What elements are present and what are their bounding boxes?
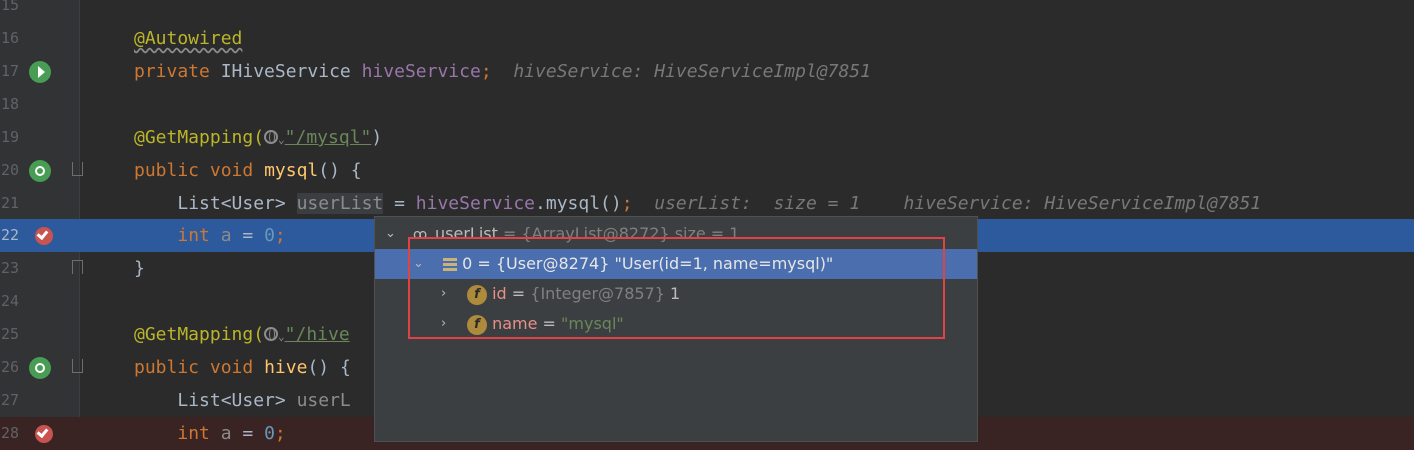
code-line-20[interactable]: 20 public void mysql() { bbox=[0, 154, 1414, 187]
semicolon: ; bbox=[274, 225, 286, 246]
code-line-15[interactable]: 15 bbox=[0, 0, 1414, 22]
endpoint-globe-icon[interactable] bbox=[29, 160, 51, 182]
chevron-down-icon[interactable]: ⌄ bbox=[385, 219, 396, 249]
variable: a bbox=[220, 225, 232, 246]
fold-marker-icon[interactable] bbox=[72, 162, 83, 176]
variable: a bbox=[220, 423, 232, 444]
semicolon: ; bbox=[621, 193, 633, 214]
fold-marker-icon[interactable] bbox=[72, 359, 83, 373]
keyword: public bbox=[134, 357, 200, 378]
line-number: 19 bbox=[0, 128, 19, 146]
number-literal: 0 bbox=[264, 225, 275, 246]
field-name: hiveService bbox=[361, 61, 481, 82]
type-name: List<User> bbox=[177, 390, 286, 411]
annotation-autowired: @Autowired bbox=[134, 28, 243, 49]
code-line-18[interactable]: 18 bbox=[0, 88, 1414, 121]
navigate-to-implementation-icon[interactable] bbox=[29, 61, 51, 83]
web-globe-icon[interactable] bbox=[264, 130, 279, 144]
paren: ) bbox=[371, 127, 383, 148]
mapping-path[interactable]: "/hive bbox=[285, 324, 350, 345]
line-number: 16 bbox=[0, 29, 19, 47]
semicolon: ; bbox=[274, 423, 286, 444]
keyword: void bbox=[209, 160, 254, 181]
line-number: 23 bbox=[0, 259, 19, 277]
keyword: int bbox=[177, 423, 210, 444]
line-number: 20 bbox=[0, 161, 19, 179]
keyword: private bbox=[134, 61, 210, 82]
inline-debug-value: userList: size = 1 bbox=[654, 193, 861, 214]
keyword: int bbox=[177, 225, 210, 246]
line-number: 17 bbox=[0, 62, 19, 80]
method-name: hive bbox=[264, 357, 308, 378]
fold-marker-icon[interactable] bbox=[72, 260, 83, 274]
operator: = bbox=[231, 423, 265, 444]
chevron-down-icon[interactable]: ⌄ bbox=[278, 133, 285, 146]
web-globe-icon[interactable] bbox=[264, 327, 279, 341]
method-name: mysql bbox=[264, 160, 319, 181]
type-name: List<User> bbox=[177, 193, 286, 214]
variable-userlist: userL bbox=[296, 390, 351, 411]
annotation-getmapping: @GetMapping( bbox=[134, 324, 265, 345]
keyword: void bbox=[209, 357, 254, 378]
inline-debug-value: hiveService: HiveServiceImpl@7851 bbox=[903, 193, 1262, 214]
operator: = bbox=[383, 193, 416, 214]
chevron-down-icon[interactable]: ⌄ bbox=[278, 330, 285, 343]
line-number: 21 bbox=[0, 194, 19, 212]
endpoint-globe-icon[interactable] bbox=[29, 357, 51, 379]
semicolon: ; bbox=[480, 61, 492, 82]
method-call: .mysql() bbox=[535, 193, 622, 214]
line-number: 25 bbox=[0, 325, 19, 343]
type-name: IHiveService bbox=[220, 61, 351, 82]
method-signature-rest: () { bbox=[307, 357, 351, 378]
mapping-path[interactable]: "/mysql" bbox=[285, 127, 372, 148]
line-number: 22 bbox=[0, 226, 19, 244]
line-number: 26 bbox=[0, 358, 19, 376]
line-number: 24 bbox=[0, 292, 19, 310]
code-line-17[interactable]: 17 private IHiveService hiveService; hiv… bbox=[0, 55, 1414, 88]
closing-brace: } bbox=[134, 258, 145, 279]
line-number: 27 bbox=[0, 391, 19, 409]
line-number: 28 bbox=[0, 424, 19, 442]
annotation-getmapping: @GetMapping( bbox=[134, 127, 265, 148]
operator: = bbox=[231, 225, 265, 246]
number-literal: 0 bbox=[264, 423, 275, 444]
field-name: hiveService bbox=[415, 193, 536, 214]
code-line-19[interactable]: 19 @GetMapping( ⌄"/mysql") bbox=[0, 121, 1414, 154]
code-line-16[interactable]: 16 @Autowired bbox=[0, 22, 1414, 55]
inline-debug-value: hiveService: HiveServiceImpl@7851 bbox=[513, 61, 871, 82]
method-signature-rest: () { bbox=[318, 160, 362, 181]
highlight-box bbox=[408, 237, 945, 339]
breakpoint-icon[interactable] bbox=[35, 227, 53, 245]
breakpoint-icon[interactable] bbox=[35, 425, 53, 443]
line-number: 15 bbox=[0, 0, 19, 14]
line-number: 18 bbox=[0, 95, 19, 113]
keyword: public bbox=[134, 160, 200, 181]
variable-userlist[interactable]: userList bbox=[296, 193, 384, 214]
